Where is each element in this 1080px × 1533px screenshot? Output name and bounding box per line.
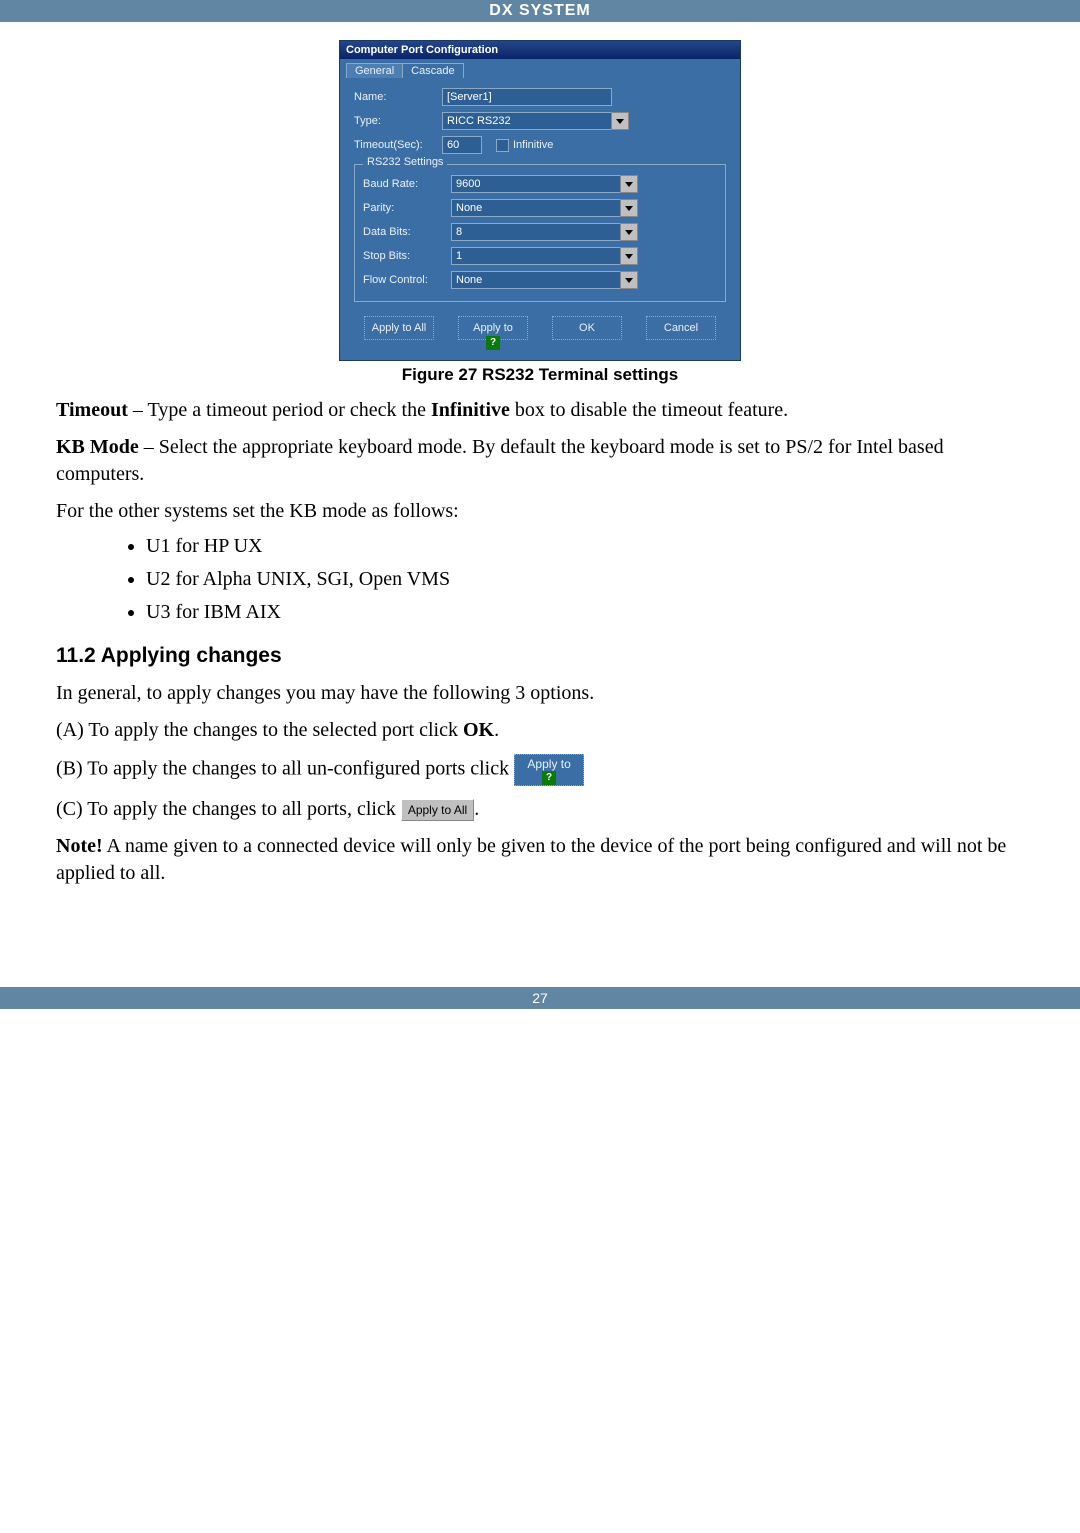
databits-select[interactable] — [451, 223, 621, 241]
para-note: Note! A name given to a connected device… — [56, 833, 1024, 887]
ok-button[interactable]: OK — [552, 316, 622, 340]
text-bold: KB Mode — [56, 436, 139, 458]
text: (C) To apply the changes to all ports, c… — [56, 798, 401, 820]
para-for-other: For the other systems set the KB mode as… — [56, 498, 1024, 525]
question-icon: ? — [542, 771, 556, 785]
text-bold: Infinitive — [431, 399, 510, 421]
inline-apply-to-button[interactable]: Apply to ? — [514, 754, 584, 786]
rs232-group: RS232 Settings Baud Rate: Parity: — [354, 164, 726, 302]
chevron-down-icon[interactable] — [620, 175, 638, 193]
label-name: Name: — [354, 91, 442, 103]
label-stopbits: Stop Bits: — [363, 250, 451, 262]
text: . — [494, 719, 499, 741]
question-icon: ? — [486, 336, 500, 350]
text: box to disable the timeout feature. — [510, 399, 788, 421]
text: – Select the appropriate keyboard mode. … — [56, 436, 944, 485]
text-bold: Note! — [56, 835, 103, 857]
label-databits: Data Bits: — [363, 226, 451, 238]
page-content: Computer Port Configuration General Casc… — [0, 22, 1080, 927]
apply-to-label: Apply to — [473, 322, 513, 334]
label-baud: Baud Rate: — [363, 178, 451, 190]
para-option-c: (C) To apply the changes to all ports, c… — [56, 796, 1024, 823]
label-infinitive: Infinitive — [513, 139, 553, 151]
timeout-input[interactable] — [442, 136, 482, 154]
text-bold: OK — [463, 719, 494, 741]
chevron-down-icon[interactable] — [620, 223, 638, 241]
para-option-b: (B) To apply the changes to all un-confi… — [56, 754, 1024, 786]
dialog-title: Computer Port Configuration — [340, 41, 740, 59]
cancel-button[interactable]: Cancel — [646, 316, 716, 340]
label-parity: Parity: — [363, 202, 451, 214]
config-dialog: Computer Port Configuration General Casc… — [339, 40, 741, 361]
list-item: U1 for HP UX — [146, 535, 1024, 558]
name-input[interactable] — [442, 88, 612, 106]
flow-select[interactable] — [451, 271, 621, 289]
doc-header: DX SYSTEM — [0, 0, 1080, 22]
label-timeout: Timeout(Sec): — [354, 139, 442, 151]
figure-caption: Figure 27 RS232 Terminal settings — [56, 365, 1024, 385]
para-timeout: Timeout – Type a timeout period or check… — [56, 397, 1024, 424]
list-item: U3 for IBM AIX — [146, 601, 1024, 624]
apply-to-button[interactable]: Apply to ? — [458, 316, 528, 340]
stopbits-select[interactable] — [451, 247, 621, 265]
chevron-down-icon[interactable] — [611, 112, 629, 130]
kb-mode-list: U1 for HP UX U2 for Alpha UNIX, SGI, Ope… — [56, 535, 1024, 624]
group-title: RS232 Settings — [363, 156, 447, 168]
infinitive-checkbox[interactable]: Infinitive — [496, 139, 553, 152]
list-item: U2 for Alpha UNIX, SGI, Open VMS — [146, 568, 1024, 591]
text: (A) To apply the changes to the selected… — [56, 719, 463, 741]
text: – Type a timeout period or check the — [128, 399, 431, 421]
text: A name given to a connected device will … — [56, 835, 1006, 884]
inline-apply-to-label: Apply to — [527, 758, 570, 770]
text: (B) To apply the changes to all un-confi… — [56, 758, 514, 780]
label-flow: Flow Control: — [363, 274, 451, 286]
para-option-a: (A) To apply the changes to the selected… — [56, 717, 1024, 744]
type-select[interactable] — [442, 112, 612, 130]
baud-select[interactable] — [451, 175, 621, 193]
tab-cascade[interactable]: Cascade — [402, 63, 463, 78]
text-bold: Timeout — [56, 399, 128, 421]
text: . — [474, 798, 479, 820]
chevron-down-icon[interactable] — [620, 271, 638, 289]
parity-select[interactable] — [451, 199, 621, 217]
chevron-down-icon[interactable] — [620, 247, 638, 265]
section-heading: 11.2 Applying changes — [56, 644, 1024, 668]
chevron-down-icon[interactable] — [620, 199, 638, 217]
checkbox-icon — [496, 139, 509, 152]
doc-footer: 27 — [0, 987, 1080, 1009]
tab-general[interactable]: General — [346, 63, 403, 78]
para-kbmode: KB Mode – Select the appropriate keyboar… — [56, 434, 1024, 488]
para-general: In general, to apply changes you may hav… — [56, 680, 1024, 707]
inline-apply-to-all-button[interactable]: Apply to All — [401, 799, 474, 821]
label-type: Type: — [354, 115, 442, 127]
apply-to-all-button[interactable]: Apply to All — [364, 316, 434, 340]
